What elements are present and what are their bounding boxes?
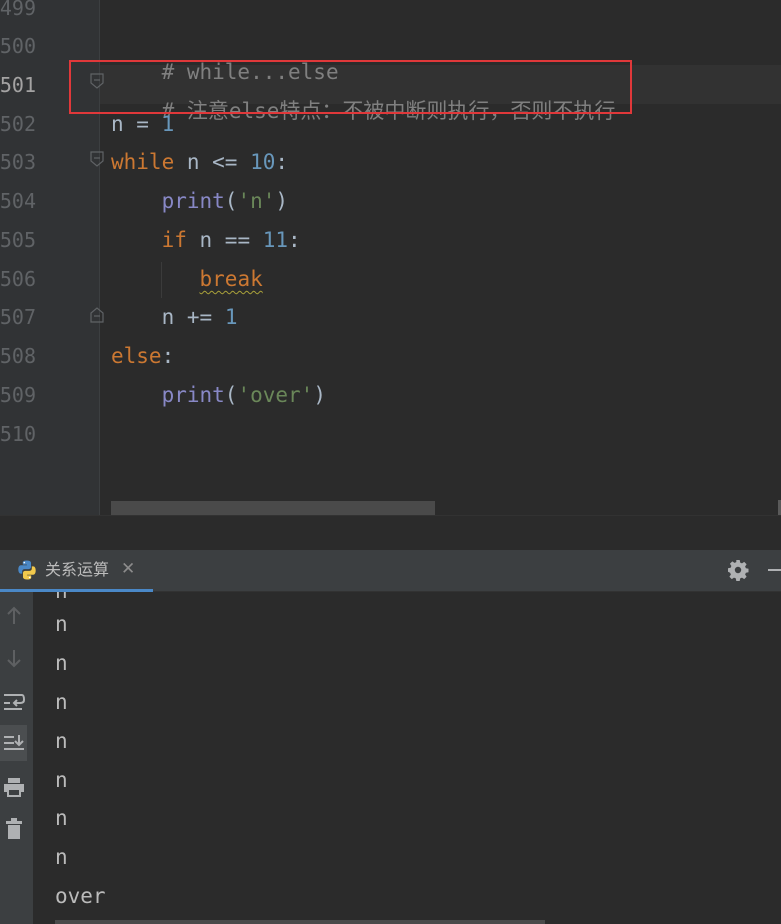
number-literal: 1: [161, 112, 175, 136]
tab-run-config[interactable]: 关系运算 ✕: [0, 550, 153, 592]
minimize-icon[interactable]: [768, 569, 781, 571]
output-line: n: [55, 651, 68, 675]
code-line-507[interactable]: n += 1: [111, 304, 238, 330]
operator: =: [123, 112, 162, 136]
output-line: n: [55, 845, 68, 869]
identifier: n: [111, 112, 124, 136]
scroll-to-end-icon: [3, 735, 24, 750]
run-tab-label: 关系运算: [45, 560, 110, 579]
code-line-505[interactable]: if n == 11:: [111, 227, 301, 253]
close-icon[interactable]: ✕: [121, 558, 135, 580]
keyword: while: [111, 150, 175, 174]
punctuation: :: [161, 344, 175, 368]
punctuation: :: [275, 150, 289, 174]
number-literal: 11: [262, 228, 289, 252]
soft-wrap-icon: [3, 694, 25, 710]
output-line: n: [55, 690, 68, 714]
string-literal: 'n': [237, 189, 276, 213]
string-literal: 'over': [237, 383, 314, 407]
keyword: if: [161, 228, 187, 252]
editor-bottom-strip: [0, 515, 781, 551]
code-line-509[interactable]: print('over'): [111, 382, 326, 408]
identifier: n: [161, 305, 175, 329]
number-literal: 10: [250, 150, 276, 174]
keyword: else: [111, 344, 162, 368]
line-number: 509: [0, 383, 36, 407]
line-number: 506: [0, 267, 36, 291]
punctuation: ): [275, 189, 289, 213]
line-number: 504: [0, 189, 36, 213]
keyword-with-warning: break: [199, 267, 263, 291]
punctuation: (: [224, 383, 238, 407]
output-line: n: [55, 592, 68, 604]
line-number: 505: [0, 228, 36, 252]
line-number: 502: [0, 112, 36, 136]
builtin-function: print: [161, 189, 225, 213]
code-line-504[interactable]: print('n'): [111, 188, 288, 214]
line-number: 507: [0, 305, 36, 329]
operator: +=: [174, 305, 225, 329]
arrow-up-icon: [6, 606, 21, 624]
expression: n <=: [174, 150, 251, 174]
line-number: 499: [0, 0, 36, 20]
run-toolbar: [0, 592, 33, 924]
print-button[interactable]: [0, 769, 27, 805]
line-number: 508: [0, 344, 36, 368]
soft-wrap-button[interactable]: [0, 683, 27, 719]
gear-icon[interactable]: [726, 558, 750, 582]
scroll-to-end-button[interactable]: [0, 725, 27, 761]
run-panel-header: 关系运算 ✕: [0, 550, 781, 592]
console-horizontal-scrollbar[interactable]: [55, 920, 545, 924]
output-line: over: [55, 884, 106, 908]
fold-end-icon[interactable]: [90, 307, 104, 323]
code-editor[interactable]: 499 500 501 502 503 504 505 506 507 508 …: [0, 0, 781, 515]
builtin-function: print: [161, 383, 225, 407]
code-line-503[interactable]: while n <= 10:: [111, 149, 288, 175]
expression: n ==: [186, 228, 263, 252]
code-line-506[interactable]: break: [111, 266, 263, 292]
punctuation: :: [288, 228, 301, 252]
console-output[interactable]: n n n n n n n n over: [33, 592, 781, 924]
punctuation: (: [224, 189, 238, 213]
arrow-down-button[interactable]: [0, 640, 27, 676]
arrow-down-icon: [6, 650, 21, 668]
code-line-508[interactable]: else:: [111, 343, 174, 369]
print-icon: [3, 778, 24, 797]
output-line: n: [55, 768, 68, 792]
clear-output-button[interactable]: [0, 811, 27, 847]
trash-icon: [5, 818, 22, 839]
annotation-highlight-box: [69, 60, 632, 114]
number-literal: 1: [224, 305, 238, 329]
output-line: n: [55, 806, 68, 830]
line-number-active: 501: [0, 73, 36, 97]
arrow-up-button[interactable]: [0, 598, 27, 634]
fold-start-icon[interactable]: [90, 151, 104, 167]
editor-horizontal-scrollbar[interactable]: [111, 501, 435, 515]
output-line: n: [55, 612, 68, 636]
line-number: 500: [0, 34, 36, 58]
line-number: 510: [0, 422, 36, 446]
code-line-502[interactable]: n = 1: [111, 111, 174, 137]
output-line: n: [55, 729, 68, 753]
punctuation: ): [313, 383, 326, 407]
line-number: 503: [0, 150, 36, 174]
python-icon: [18, 560, 36, 580]
